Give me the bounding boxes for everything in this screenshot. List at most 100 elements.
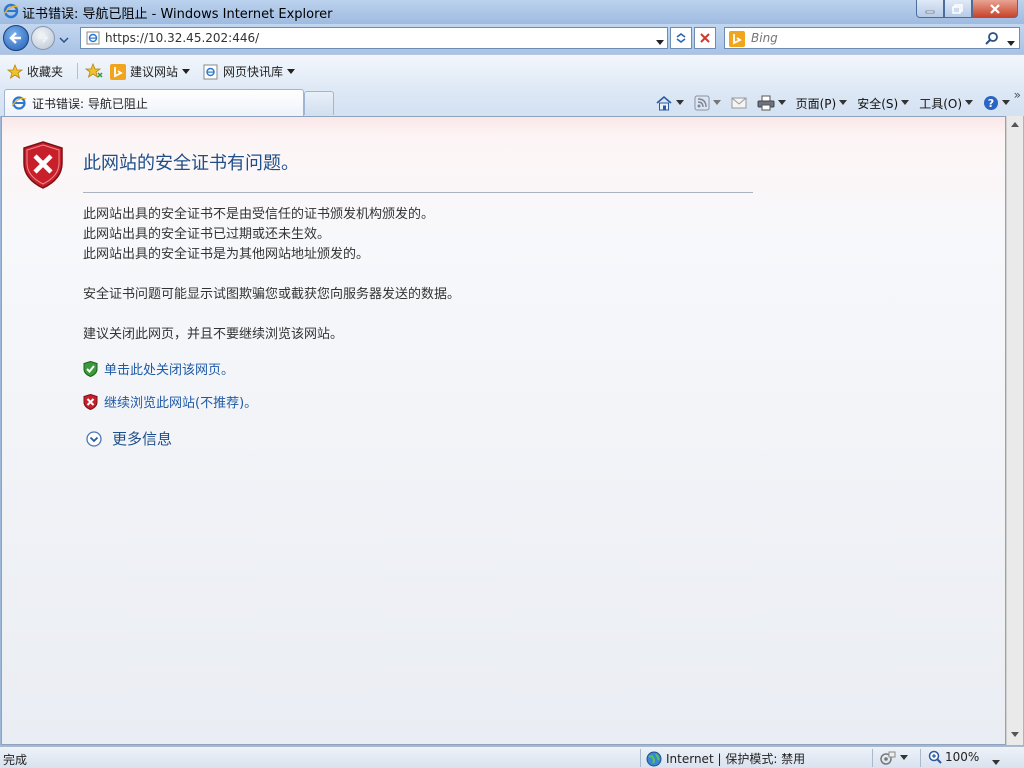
safety-menu-label: 安全(S) — [857, 96, 899, 111]
add-favorite-icon — [85, 63, 103, 78]
recommendation-text: 建议关闭此网页，并且不要继续浏览该网站。 — [83, 327, 344, 342]
close-icon — [990, 3, 1000, 14]
mail-icon — [731, 97, 747, 109]
chevron-down-icon — [1007, 41, 1015, 46]
zoom-icon — [928, 750, 942, 764]
more-info-label: 更多信息 — [112, 430, 173, 448]
page-icon — [86, 31, 100, 48]
address-dropdown[interactable] — [656, 35, 664, 49]
zoom-level: 100% — [945, 750, 980, 764]
close-button[interactable] — [972, 0, 1018, 18]
search-box[interactable] — [724, 27, 1020, 49]
minimize-button[interactable] — [916, 0, 944, 18]
command-bar: 页面(P) 安全(S) 工具(O) ? — [645, 92, 1010, 114]
separator — [872, 749, 873, 767]
close-page-link[interactable]: 单击此处关闭该网页。 — [83, 359, 234, 378]
reason-item: 此网站出具的安全证书不是由受信任的证书颁发机构颁发的。 — [83, 207, 435, 222]
search-input[interactable] — [751, 30, 981, 46]
unsafe-shield-icon — [83, 393, 98, 410]
security-zone-label: Internet | 保护模式: 禁用 — [666, 752, 806, 766]
chevron-down-icon — [656, 40, 664, 45]
back-button[interactable] — [3, 25, 29, 51]
address-input[interactable] — [105, 30, 645, 46]
refresh-button[interactable] — [670, 27, 692, 49]
chevron-down-icon — [712, 100, 721, 105]
stop-icon — [700, 33, 710, 43]
chevron-down-icon — [59, 37, 69, 44]
web-slice-gallery-label: 网页快讯库 — [223, 65, 284, 79]
safe-shield-icon — [83, 360, 98, 377]
vertical-scrollbar[interactable] — [1006, 116, 1023, 745]
stop-button[interactable] — [694, 27, 716, 49]
ie-page-icon — [203, 64, 218, 79]
ie-logo-icon — [11, 96, 27, 110]
tab-label: 证书错误: 导航已阻止 — [32, 96, 148, 111]
popup-manager-button[interactable] — [878, 750, 908, 766]
favorites-label: 收藏夹 — [27, 65, 64, 79]
search-options-dropdown[interactable] — [1007, 36, 1015, 50]
tab-certificate-error[interactable]: 证书错误: 导航已阻止 — [4, 89, 304, 116]
read-mail-button[interactable] — [731, 96, 747, 110]
continue-link-label: 继续浏览此网站(不推荐)。 — [104, 396, 258, 411]
chevron-down-icon — [675, 100, 684, 105]
divider — [83, 192, 753, 193]
print-button[interactable] — [757, 95, 786, 111]
status-bar: 完成 Internet | 保护模式: 禁用 100% — [0, 746, 1024, 768]
tools-menu[interactable]: 工具(O) — [919, 95, 973, 112]
window-title: 证书错误: 导航已阻止 - Windows Internet Explorer — [22, 7, 333, 22]
error-shield-icon — [22, 141, 64, 192]
feeds-button[interactable] — [694, 95, 721, 111]
status-text: 完成 — [3, 753, 28, 767]
separator — [77, 63, 78, 79]
svg-text:?: ? — [988, 97, 994, 110]
close-page-link-label: 单击此处关闭该网页。 — [104, 363, 235, 378]
new-tab-button[interactable] — [304, 91, 334, 115]
search-icon[interactable] — [985, 31, 999, 48]
favorites-button[interactable]: 收藏夹 — [7, 63, 63, 80]
page-menu[interactable]: 页面(P) — [796, 95, 848, 112]
add-to-favorites-bar-button[interactable] — [85, 63, 103, 79]
scroll-down-icon[interactable] — [1011, 732, 1019, 738]
scroll-up-icon[interactable] — [1011, 122, 1019, 128]
tab-row: 证书错误: 导航已阻止 页面(P) 安全(S) 工具(O) ? » — [0, 88, 1024, 116]
separator — [640, 749, 641, 767]
security-zone[interactable]: Internet | 保护模式: 禁用 — [646, 750, 805, 767]
continue-link[interactable]: 继续浏览此网站(不推荐)。 — [83, 392, 257, 411]
chevron-down-icon — [839, 100, 848, 105]
home-icon — [656, 95, 672, 111]
help-menu[interactable]: ? — [983, 95, 1010, 111]
page-content: 此网站的安全证书有问题。 此网站出具的安全证书不是由受信任的证书颁发机构颁发的。… — [1, 116, 1006, 745]
chevron-down-icon — [900, 755, 908, 760]
navigation-bar — [0, 24, 1024, 54]
web-slice-gallery-button[interactable]: 网页快讯库 — [203, 63, 296, 80]
help-icon: ? — [984, 96, 998, 110]
more-info-toggle[interactable]: 更多信息 — [86, 428, 172, 449]
home-button[interactable] — [655, 95, 684, 111]
suggested-sites-label: 建议网站 — [130, 65, 179, 79]
page-title: 此网站的安全证书有问题。 — [83, 153, 299, 174]
tools-menu-label: 工具(O) — [919, 96, 962, 111]
address-bar[interactable] — [80, 27, 668, 49]
safety-menu[interactable]: 安全(S) — [857, 95, 910, 112]
zoom-dropdown[interactable] — [992, 755, 1000, 768]
chevron-down-icon — [287, 68, 296, 74]
recent-pages-dropdown[interactable] — [59, 33, 69, 47]
restore-icon — [952, 3, 963, 14]
globe-icon — [646, 751, 662, 766]
zoom-button[interactable]: 100% — [928, 750, 979, 764]
bing-icon — [729, 31, 745, 50]
chevron-down-icon — [777, 100, 786, 105]
bing-icon — [110, 63, 126, 80]
forward-button[interactable] — [31, 26, 55, 50]
reason-item: 此网站出具的安全证书是为其他网站地址颁发的。 — [83, 247, 370, 262]
rss-icon — [694, 95, 710, 111]
expand-circle-icon — [86, 430, 102, 447]
back-icon — [9, 32, 21, 44]
suggested-sites-button[interactable]: 建议网站 — [110, 63, 191, 80]
chevron-down-icon — [182, 68, 191, 74]
more-commands-button[interactable]: » — [1014, 88, 1021, 102]
maximize-button[interactable] — [944, 0, 972, 18]
reason-item: 此网站出具的安全证书已过期或还未生效。 — [83, 227, 331, 242]
refresh-icon — [676, 33, 686, 43]
chevron-down-icon — [901, 100, 910, 105]
